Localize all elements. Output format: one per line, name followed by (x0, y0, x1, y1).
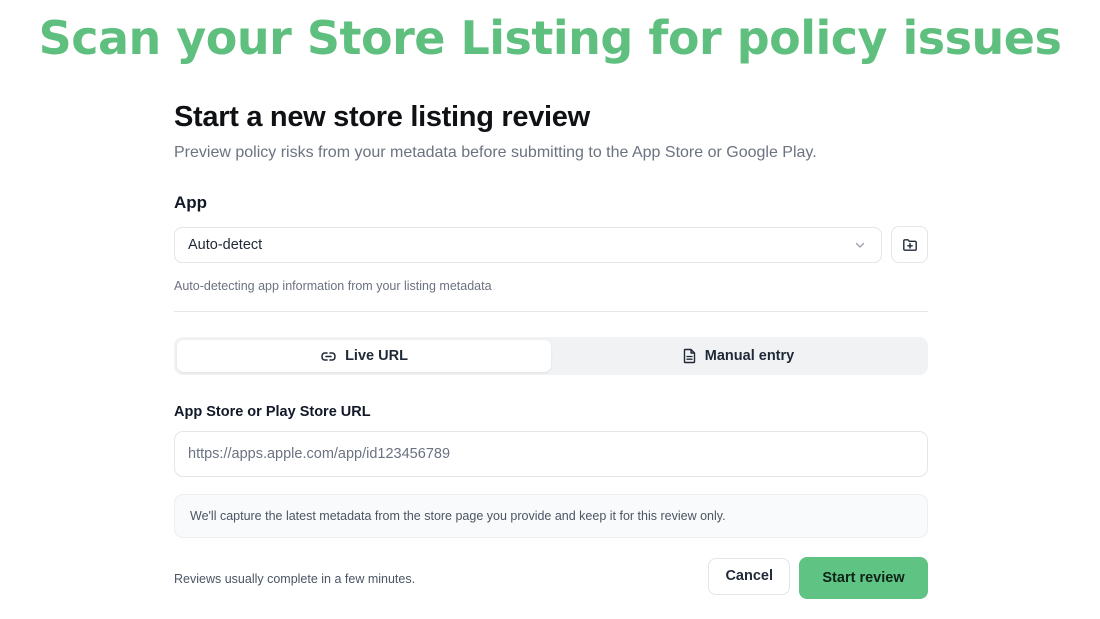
app-section-label: App (174, 193, 208, 212)
link-icon (320, 348, 337, 365)
tab-manual-entry-label: Manual entry (704, 348, 795, 364)
folder-plus-icon (902, 237, 918, 253)
tab-live-url-label: Live URL (345, 348, 408, 364)
cancel-button[interactable]: Cancel (708, 557, 790, 595)
footer-note: Reviews usually complete in a few minute… (174, 572, 416, 586)
metadata-notice: We'll capture the latest metadata from t… (174, 494, 928, 538)
tab-manual-entry[interactable]: Manual entry (551, 340, 925, 372)
url-field-label: App Store or Play Store URL (174, 404, 371, 420)
form-footer: Reviews usually complete in a few minute… (174, 553, 928, 599)
app-select-row: Auto-detect (174, 226, 928, 263)
start-review-button[interactable]: Start review (799, 557, 928, 599)
page-title: Start a new store listing review (174, 101, 590, 133)
document-icon (682, 348, 697, 364)
app-select[interactable]: Auto-detect (174, 226, 882, 263)
add-folder-button[interactable] (891, 226, 928, 263)
banner-heading: Scan your Store Listing for policy issue… (38, 11, 1062, 65)
divider (174, 311, 928, 312)
store-url-input[interactable] (174, 431, 928, 477)
page-subtitle: Preview policy risks from your metadata … (174, 144, 817, 161)
page: Scan your Store Listing for policy issue… (0, 0, 1100, 619)
review-form: Start a new store listing review Preview… (174, 98, 928, 599)
app-hint-text: Auto-detecting app information from your… (174, 279, 492, 293)
tab-live-url[interactable]: Live URL (177, 340, 551, 372)
chevron-down-icon (853, 238, 867, 252)
source-tabs: Live URL Manual entry (174, 337, 928, 375)
app-select-value: Auto-detect (188, 236, 263, 253)
form-actions: Cancel Start review (708, 553, 928, 599)
